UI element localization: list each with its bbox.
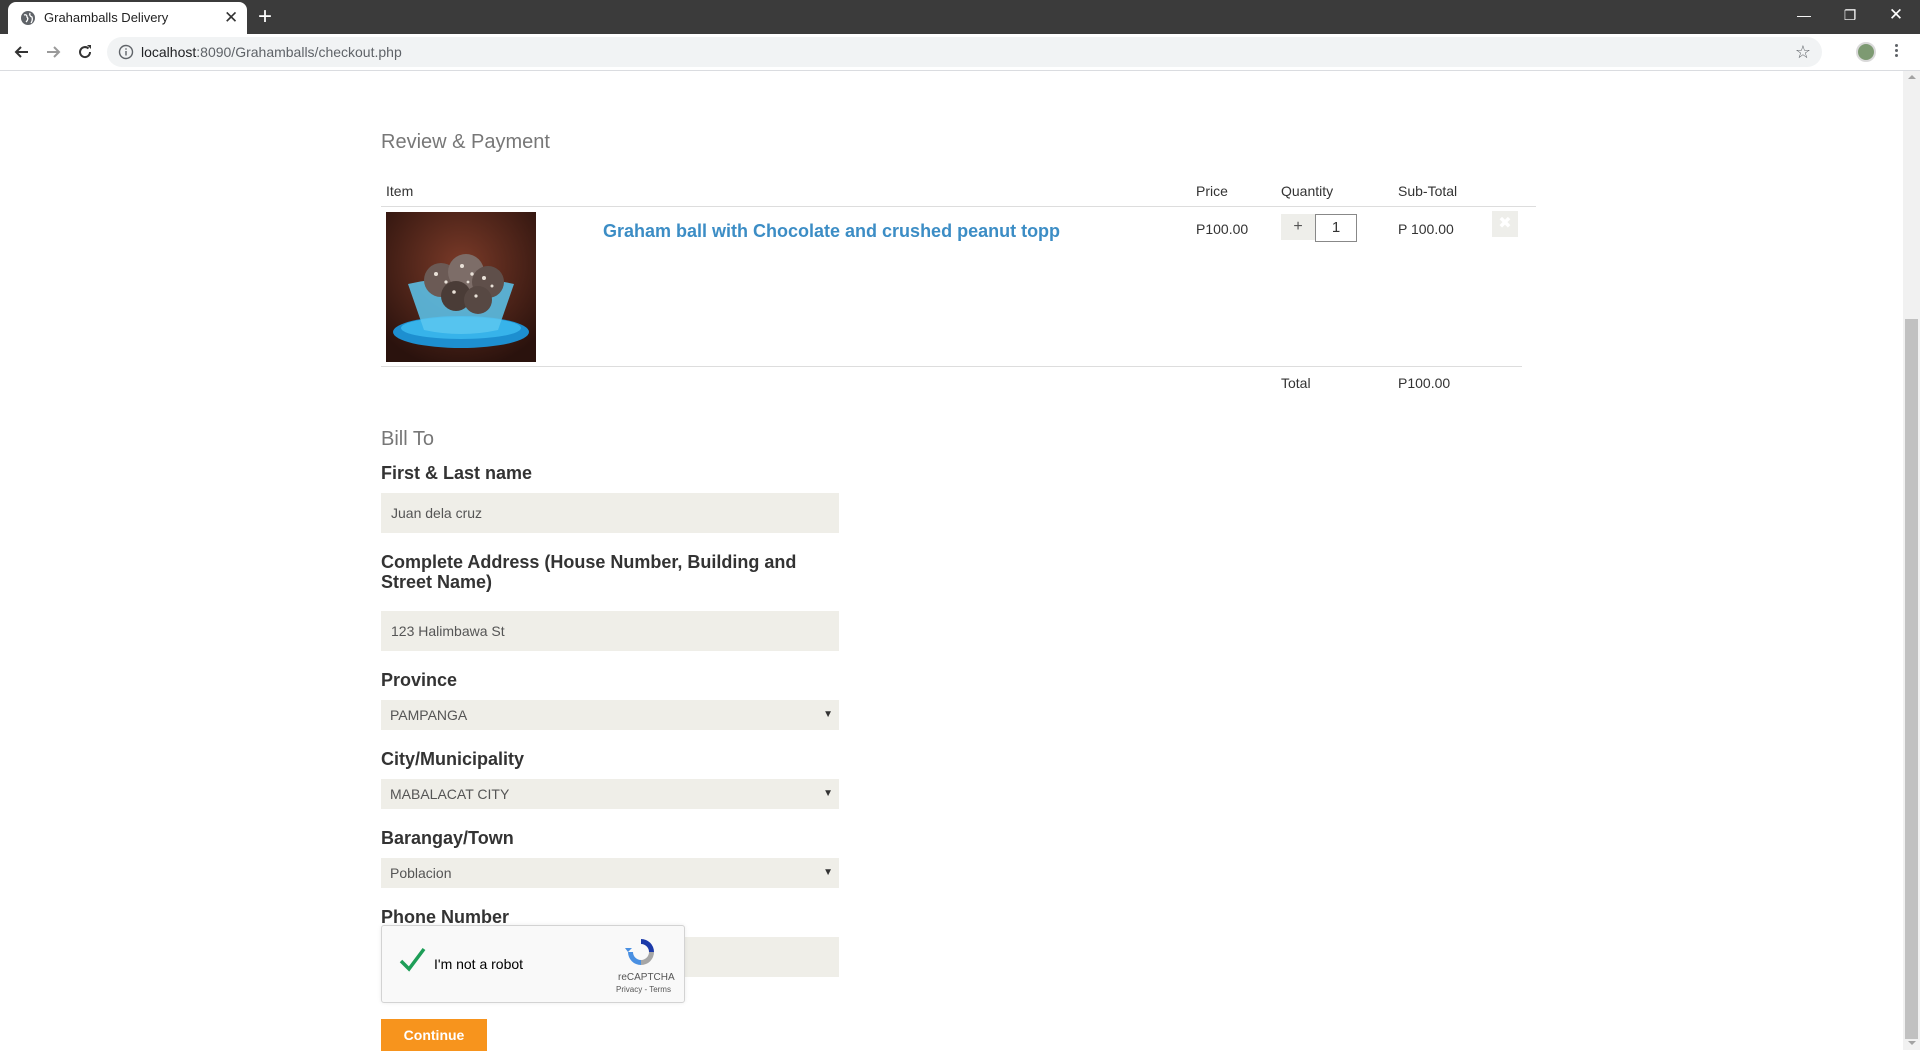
browser-tab-strip: Grahamballs Delivery ✕ + — ❐ ✕ xyxy=(0,0,1920,34)
browser-toolbar: localhost:8090/Grahamballs/checkout.php … xyxy=(0,34,1920,71)
checkmark-icon[interactable] xyxy=(398,946,426,974)
total-value: P100.00 xyxy=(1398,375,1451,391)
tab-close-icon[interactable]: ✕ xyxy=(224,8,238,28)
province-select[interactable]: PAMPANGA ▼ xyxy=(381,700,839,730)
captcha-label: I'm not a robot xyxy=(434,956,524,972)
continue-button[interactable]: Continue xyxy=(381,1019,487,1051)
scrollbar-thumb[interactable] xyxy=(1905,319,1918,1039)
item-price: P100.00 xyxy=(1196,221,1249,237)
url-text: localhost:8090/Grahamballs/checkout.php xyxy=(141,44,402,60)
scroll-down-arrow[interactable] xyxy=(1908,1041,1916,1045)
reload-icon[interactable] xyxy=(75,42,95,62)
restore-button[interactable]: ❐ xyxy=(1827,0,1873,30)
name-label: First & Last name xyxy=(381,463,533,483)
captcha-terms-link[interactable]: Privacy - Terms xyxy=(616,985,671,994)
table-row: Graham ball with Chocolate and crushed p… xyxy=(381,207,1522,367)
captcha-brand: reCAPTCHA xyxy=(618,972,675,983)
phone-label: Phone Number xyxy=(381,907,510,927)
barangay-select[interactable]: Poblacion ▼ xyxy=(381,858,839,888)
column-quantity: Quantity xyxy=(1281,183,1334,199)
forward-icon[interactable] xyxy=(43,42,63,62)
review-heading: Review & Payment xyxy=(381,131,550,153)
browser-tab[interactable]: Grahamballs Delivery ✕ xyxy=(8,2,247,34)
address-bar[interactable]: localhost:8090/Grahamballs/checkout.php … xyxy=(107,37,1822,67)
city-select[interactable]: MABALACAT CITY ▼ xyxy=(381,779,839,809)
globe-icon xyxy=(21,11,35,25)
quantity-input[interactable]: 1 xyxy=(1315,214,1357,242)
city-value: MABALACAT CITY xyxy=(390,786,510,802)
product-name-link[interactable]: Graham ball with Chocolate and crushed p… xyxy=(603,221,1060,242)
column-subtotal: Sub-Total xyxy=(1398,183,1458,199)
cart-table-header: Item Price Quantity Sub-Total xyxy=(381,175,1536,207)
url-host: localhost xyxy=(141,44,197,60)
new-tab-button[interactable]: + xyxy=(258,4,272,30)
browser-menu-icon[interactable] xyxy=(1893,42,1899,59)
quantity-plus-button[interactable]: + xyxy=(1281,214,1315,240)
tab-title: Grahamballs Delivery xyxy=(44,10,169,25)
column-item: Item xyxy=(386,183,414,199)
page-scrollbar[interactable] xyxy=(1903,71,1920,1050)
chevron-down-icon: ▼ xyxy=(823,709,833,720)
column-price: Price xyxy=(1196,183,1228,199)
bill-to-heading: Bill To xyxy=(381,428,434,450)
province-value: PAMPANGA xyxy=(390,707,468,723)
total-row: Total P100.00 xyxy=(381,367,1536,397)
chevron-down-icon: ▼ xyxy=(823,788,833,799)
recaptcha-widget: I'm not a robot reCAPTCHA Privacy - Term… xyxy=(381,925,685,1003)
city-label: City/Municipality xyxy=(381,749,525,769)
minimize-button[interactable]: — xyxy=(1781,0,1827,30)
billing-form: First & Last name Juan dela cruz Complet… xyxy=(381,463,839,977)
cart-table: Item Price Quantity Sub-Total Graham bal… xyxy=(381,175,1536,397)
province-label: Province xyxy=(381,670,458,690)
profile-avatar[interactable] xyxy=(1856,42,1876,62)
scroll-up-arrow[interactable] xyxy=(1908,75,1916,79)
url-path: :8090/Grahamballs/checkout.php xyxy=(196,44,402,60)
recaptcha-logo-icon xyxy=(625,939,654,965)
total-label: Total xyxy=(1281,375,1311,391)
chevron-down-icon: ▼ xyxy=(823,867,833,878)
name-field[interactable]: Juan dela cruz xyxy=(381,493,839,533)
address-label: Complete Address (House Number, Building… xyxy=(381,552,797,592)
barangay-value: Poblacion xyxy=(390,865,452,881)
address-field[interactable]: 123 Halimbawa St xyxy=(381,611,839,651)
info-icon[interactable] xyxy=(118,44,134,60)
window-close-button[interactable]: ✕ xyxy=(1873,0,1919,30)
back-icon[interactable] xyxy=(12,42,32,62)
barangay-label: Barangay/Town xyxy=(381,828,514,848)
remove-item-button[interactable]: ✖ xyxy=(1492,211,1518,237)
item-subtotal: P 100.00 xyxy=(1398,221,1454,237)
bookmark-star-icon[interactable]: ☆ xyxy=(1795,42,1811,63)
product-image xyxy=(386,212,536,362)
